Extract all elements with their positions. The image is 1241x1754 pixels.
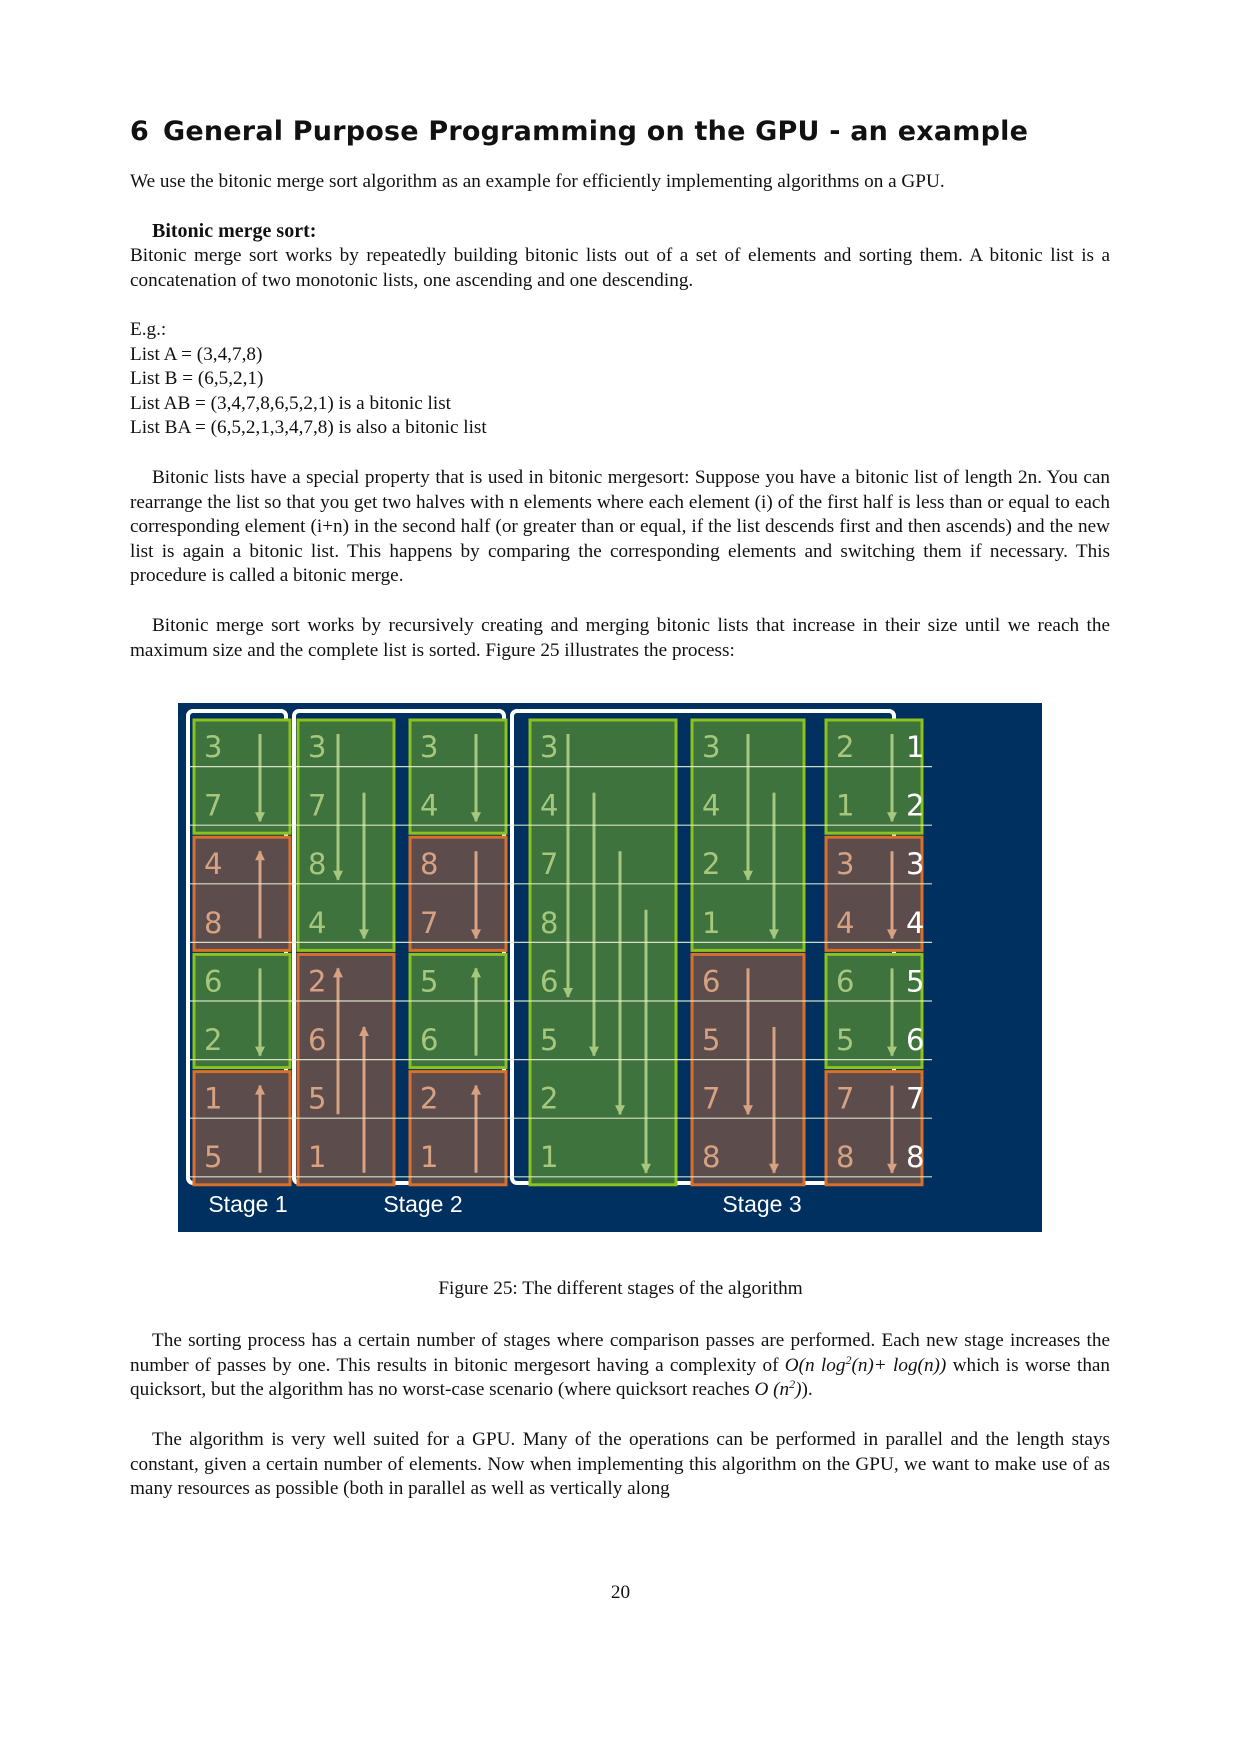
property-paragraph: Bitonic lists have a special property th… [130, 467, 1110, 587]
element-value: 2 [540, 1082, 558, 1116]
element-value: 3 [836, 847, 854, 881]
example-label: E.g.: [130, 319, 167, 340]
section-heading: 6 General Purpose Programming on the GPU … [130, 116, 1028, 147]
gpu-paragraph: The algorithm is very well suited for a … [130, 1429, 1110, 1500]
element-value: 7 [204, 789, 222, 823]
element-value: 6 [836, 964, 854, 998]
element-value: 4 [702, 789, 720, 823]
element-value: 3 [204, 730, 222, 764]
element-value: 7 [308, 789, 326, 823]
stage-label: Stage 3 [722, 1191, 801, 1217]
element-value: 7 [420, 906, 438, 940]
element-value: 1 [420, 1140, 438, 1174]
row-index-label: 7 [906, 1082, 924, 1116]
intro-paragraph: We use the bitonic merge sort algorithm … [130, 171, 945, 192]
element-value: 4 [836, 906, 854, 940]
element-value: 5 [308, 1082, 326, 1116]
element-value: 3 [540, 730, 558, 764]
row-index-label: 5 [906, 964, 924, 998]
element-value: 4 [308, 906, 326, 940]
recursive-paragraph: Bitonic merge sort works by recursively … [130, 615, 1110, 661]
row-index-label: 6 [906, 1023, 924, 1057]
bitonic-sort-figure: 3 7 4 8 6 2 1 5 3 7 8 4 2 6 5 1 3 4 8 7 5 6 2 1 3 4 7 8 6 5 2 1 3 4 2 1 6 5 7 8… [178, 703, 1042, 1232]
figure-caption: Figure 25: The different stages of the a… [438, 1278, 803, 1299]
element-value: 1 [702, 906, 720, 940]
element-value: 6 [540, 964, 558, 998]
element-value: 8 [204, 906, 222, 940]
element-value: 2 [420, 1082, 438, 1116]
bitonic-heading: Bitonic merge sort: [152, 220, 317, 242]
row-index-label: 2 [906, 789, 924, 823]
element-value: 5 [420, 964, 438, 998]
element-value: 1 [836, 789, 854, 823]
document-page: 6 General Purpose Programming on the GPU … [0, 0, 1241, 1754]
row-index-label: 4 [906, 906, 924, 940]
element-value: 6 [420, 1023, 438, 1057]
row-index-label: 8 [906, 1140, 924, 1174]
element-value: 6 [308, 1023, 326, 1057]
example-block: E.g.: List A = (3,4,7,8) List B = (6,5,2… [130, 318, 1110, 441]
element-value: 3 [420, 730, 438, 764]
element-value: 8 [836, 1140, 854, 1174]
element-value: 5 [836, 1023, 854, 1057]
element-value: 6 [702, 964, 720, 998]
element-value: 4 [204, 847, 222, 881]
example-line: List B = (6,5,2,1) [130, 368, 264, 390]
element-value: 3 [308, 730, 326, 764]
element-value: 4 [420, 789, 438, 823]
example-line: List A = (3,4,7,8) [130, 343, 263, 365]
stage-label: Stage 1 [208, 1191, 287, 1217]
element-value: 8 [420, 847, 438, 881]
stage-label: Stage 2 [383, 1191, 462, 1217]
element-value: 8 [308, 847, 326, 881]
worst-case-formula: O (n2) [754, 1377, 802, 1401]
element-value: 2 [702, 847, 720, 881]
element-value: 6 [204, 964, 222, 998]
element-value: 5 [540, 1023, 558, 1057]
element-value: 2 [836, 730, 854, 764]
element-value: 1 [540, 1140, 558, 1174]
bitonic-stages-diagram: 3 7 4 8 6 2 1 5 3 7 8 4 2 6 5 1 3 4 8 7 5 6 2 1 3 4 7 8 6 5 2 1 3 4 2 1 6 5 7 8… [178, 703, 1042, 1232]
complexity-formula: O(n log2(n)+ log(n)) [784, 1352, 947, 1376]
element-value: 1 [308, 1140, 326, 1174]
element-value: 5 [204, 1140, 222, 1174]
element-value: 2 [204, 1023, 222, 1057]
element-value: 5 [702, 1023, 720, 1057]
bitonic-definition: Bitonic merge sort works by repeatedly b… [130, 245, 1110, 291]
element-value: 7 [702, 1082, 720, 1116]
element-value: 1 [204, 1082, 222, 1116]
stages-paragraph: The sorting process has a certain number… [130, 1329, 1110, 1403]
page-number: 20 [610, 1582, 631, 1603]
row-index-label: 3 [906, 847, 924, 881]
element-value: 4 [540, 789, 558, 823]
element-value: 7 [540, 847, 558, 881]
example-line: List BA = (6,5,2,1,3,4,7,8) is also a bi… [130, 417, 487, 439]
example-line: List AB = (3,4,7,8,6,5,2,1) is a bitonic… [130, 392, 452, 414]
section-number: 6 [130, 116, 149, 147]
section-title: General Purpose Programming on the GPU -… [163, 116, 1029, 147]
element-value: 7 [836, 1082, 854, 1116]
element-value: 8 [702, 1140, 720, 1174]
element-value: 2 [308, 964, 326, 998]
element-value: 3 [702, 730, 720, 764]
element-value: 8 [540, 906, 558, 940]
stages-text-3: ). [801, 1379, 813, 1401]
row-index-label: 1 [906, 730, 924, 764]
